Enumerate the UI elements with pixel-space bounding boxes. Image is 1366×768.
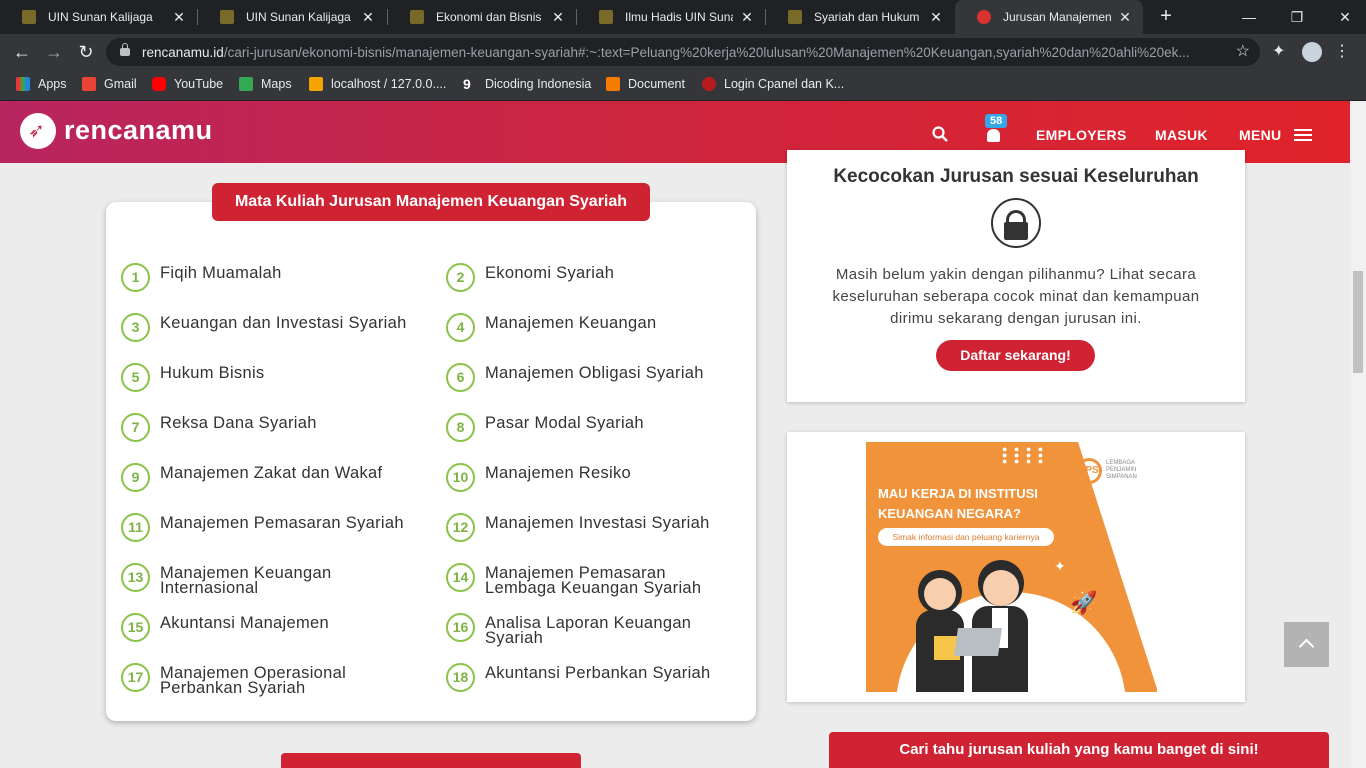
bookmark-apps[interactable]: Apps: [16, 77, 67, 91]
close-tab-icon[interactable]: ✕: [739, 9, 755, 26]
browser-tab[interactable]: UIN Sunan Kalijaga ✕: [198, 0, 386, 34]
reload-icon[interactable]: ↻: [74, 40, 98, 64]
cpanel-icon: [702, 77, 716, 91]
ad-card: ● ● ● ● ● ● ● ● ● ● ● ● LPS LEMBAGA PENJAMI…: [787, 432, 1245, 702]
new-tab-icon[interactable]: +: [1155, 6, 1177, 28]
course-item: 5 Hukum Bisnis: [121, 363, 431, 392]
bookmark-document[interactable]: Document: [606, 77, 685, 91]
apps-grid-icon: [16, 77, 30, 91]
maps-icon: [239, 77, 253, 91]
courses-title: Mata Kuliah Jurusan Manajemen Keuangan S…: [212, 183, 650, 221]
match-card: Kecocokan Jurusan sesuai Keseluruhan Mas…: [787, 150, 1245, 402]
restore-icon[interactable]: ❐: [1286, 6, 1308, 28]
dots-decoration: ● ● ● ● ● ● ● ● ● ● ● ●: [1002, 444, 1046, 466]
document-icon: [606, 77, 620, 91]
search-icon[interactable]: [932, 126, 948, 142]
lps-logo: LPS: [1076, 458, 1102, 484]
more-menu-icon[interactable]: ⋮: [1334, 41, 1350, 61]
close-tab-icon[interactable]: ✕: [928, 9, 944, 26]
bookmark-localhost[interactable]: localhost / 127.0.0....: [309, 77, 446, 91]
browser-toolbar: ← → ↻ rencanamu.id/cari-jurusan/ekonomi-…: [0, 34, 1366, 70]
youtube-icon: [152, 77, 166, 91]
lps-ad-banner[interactable]: ● ● ● ● ● ● ● ● ● ● ● ● LPS LEMBAGA PENJAMI…: [866, 442, 1157, 692]
bookmarks-bar: Apps Gmail YouTube Maps localhost / 127.…: [0, 70, 1366, 101]
back-icon[interactable]: ←: [10, 40, 34, 64]
close-tab-icon[interactable]: ✕: [1117, 9, 1133, 26]
site-logo[interactable]: rencanamu: [64, 115, 213, 146]
browser-tab[interactable]: UIN Sunan Kalijaga ✕: [0, 0, 197, 34]
course-item: 1 Fiqih Muamalah: [121, 263, 431, 292]
employers-link[interactable]: EMPLOYERS: [1036, 127, 1127, 143]
browser-tab-active[interactable]: Jurusan Manajemen Ke ✕: [955, 0, 1143, 34]
bookmark-gmail[interactable]: Gmail: [82, 77, 137, 91]
course-item: 7 Reksa Dana Syariah: [121, 413, 431, 442]
browser-tab[interactable]: Ekonomi dan Bisnis Isla ✕: [388, 0, 576, 34]
course-item: 6 Manajemen Obligasi Syariah: [446, 363, 736, 392]
sparkle-icon: ✦: [1054, 558, 1066, 574]
site-favicon-icon: [977, 10, 991, 24]
bookmark-maps[interactable]: Maps: [239, 77, 292, 91]
address-bar[interactable]: rencanamu.id/cari-jurusan/ekonomi-bisnis…: [106, 38, 1260, 66]
bookmark-dicoding[interactable]: 9 Dicoding Indonesia: [463, 77, 591, 91]
site-favicon-icon: [22, 10, 36, 24]
browser-tab[interactable]: Ilmu Hadis UIN Sunan K ✕: [577, 0, 765, 34]
lock-icon: [120, 43, 130, 56]
extensions-icon[interactable]: ✦: [1272, 41, 1285, 61]
scrollbar-thumb[interactable]: [1353, 271, 1363, 373]
site-favicon-icon: [599, 10, 613, 24]
page-scrollbar[interactable]: [1350, 101, 1366, 768]
close-tab-icon[interactable]: ✕: [360, 9, 376, 26]
bookmark-youtube[interactable]: YouTube: [152, 77, 223, 91]
rocket-logo-icon[interactable]: [20, 113, 56, 149]
course-item: 9 Manajemen Zakat dan Wakaf: [121, 463, 431, 492]
notification-badge: 58: [985, 114, 1008, 128]
daftar-sekarang-button[interactable]: Daftar sekarang!: [936, 340, 1095, 371]
course-item: 12 Manajemen Investasi Syariah: [446, 513, 736, 542]
bookmark-star-icon[interactable]: ☆: [1236, 41, 1250, 61]
course-item: 17 Manajemen Operasional Perbankan Syari…: [121, 663, 361, 696]
course-item: 3 Keuangan dan Investasi Syariah: [121, 313, 431, 342]
phpmyadmin-icon: [309, 77, 323, 91]
close-tab-icon[interactable]: ✕: [550, 9, 566, 26]
ad-headline: MAU KERJA DI INSTITUSI KEUANGAN NEGARA?: [878, 486, 1038, 521]
course-item: 10 Manajemen Resiko: [446, 463, 736, 492]
browser-tab-bar: UIN Sunan Kalijaga ✕ UIN Sunan Kalijaga …: [0, 0, 1366, 34]
rocket-icon: 🚀: [1070, 590, 1098, 615]
masuk-link[interactable]: MASUK: [1155, 127, 1208, 143]
bookmark-cpanel[interactable]: Login Cpanel dan K...: [702, 77, 844, 91]
site-favicon-icon: [410, 10, 424, 24]
course-item: 15 Akuntansi Manajemen: [121, 613, 431, 642]
course-item: 16 Analisa Laporan Keuangan Syariah: [446, 613, 716, 646]
match-description: Masih belum yakin dengan pilihanmu? Liha…: [832, 266, 1200, 327]
browser-tab[interactable]: Syariah dan Hukum UIN ✕: [766, 0, 954, 34]
close-tab-icon[interactable]: ✕: [171, 9, 187, 26]
section-title-partial: [281, 753, 581, 768]
site-favicon-icon: [220, 10, 234, 24]
laptop-icon: [954, 628, 1002, 656]
forward-icon[interactable]: →: [42, 40, 66, 64]
course-item: 8 Pasar Modal Syariah: [446, 413, 736, 442]
match-title: Kecocokan Jurusan sesuai Keseluruhan: [833, 166, 1199, 187]
close-window-icon[interactable]: ✕: [1334, 6, 1356, 28]
course-item: 13 Manajemen Keuangan Internasional: [121, 563, 361, 596]
minimize-icon[interactable]: —: [1238, 6, 1260, 28]
course-item: 4 Manajemen Keuangan: [446, 313, 736, 342]
course-item: 18 Akuntansi Perbankan Syariah: [446, 663, 736, 692]
course-item: 2 Ekonomi Syariah: [446, 263, 736, 292]
find-major-banner[interactable]: Cari tahu jurusan kuliah yang kamu bange…: [829, 732, 1329, 768]
menu-link[interactable]: MENU: [1239, 127, 1281, 143]
scroll-to-top-button[interactable]: [1284, 622, 1329, 667]
course-item: 14 Manajemen Pemasaran Lembaga Keuangan …: [446, 563, 721, 596]
gmail-icon: [82, 77, 96, 91]
dicoding-icon: 9: [463, 76, 471, 92]
hamburger-icon[interactable]: [1294, 129, 1312, 141]
bell-icon[interactable]: [987, 129, 1000, 142]
site-favicon-icon: [788, 10, 802, 24]
url-text[interactable]: rencanamu.id/cari-jurusan/ekonomi-bisnis…: [142, 45, 1222, 60]
course-item: 11 Manajemen Pemasaran Syariah: [121, 513, 431, 542]
lock-icon: [991, 198, 1041, 248]
avatar[interactable]: [1302, 42, 1322, 62]
ad-subtitle: Simak informasi dan peluang kariernya: [878, 528, 1054, 546]
